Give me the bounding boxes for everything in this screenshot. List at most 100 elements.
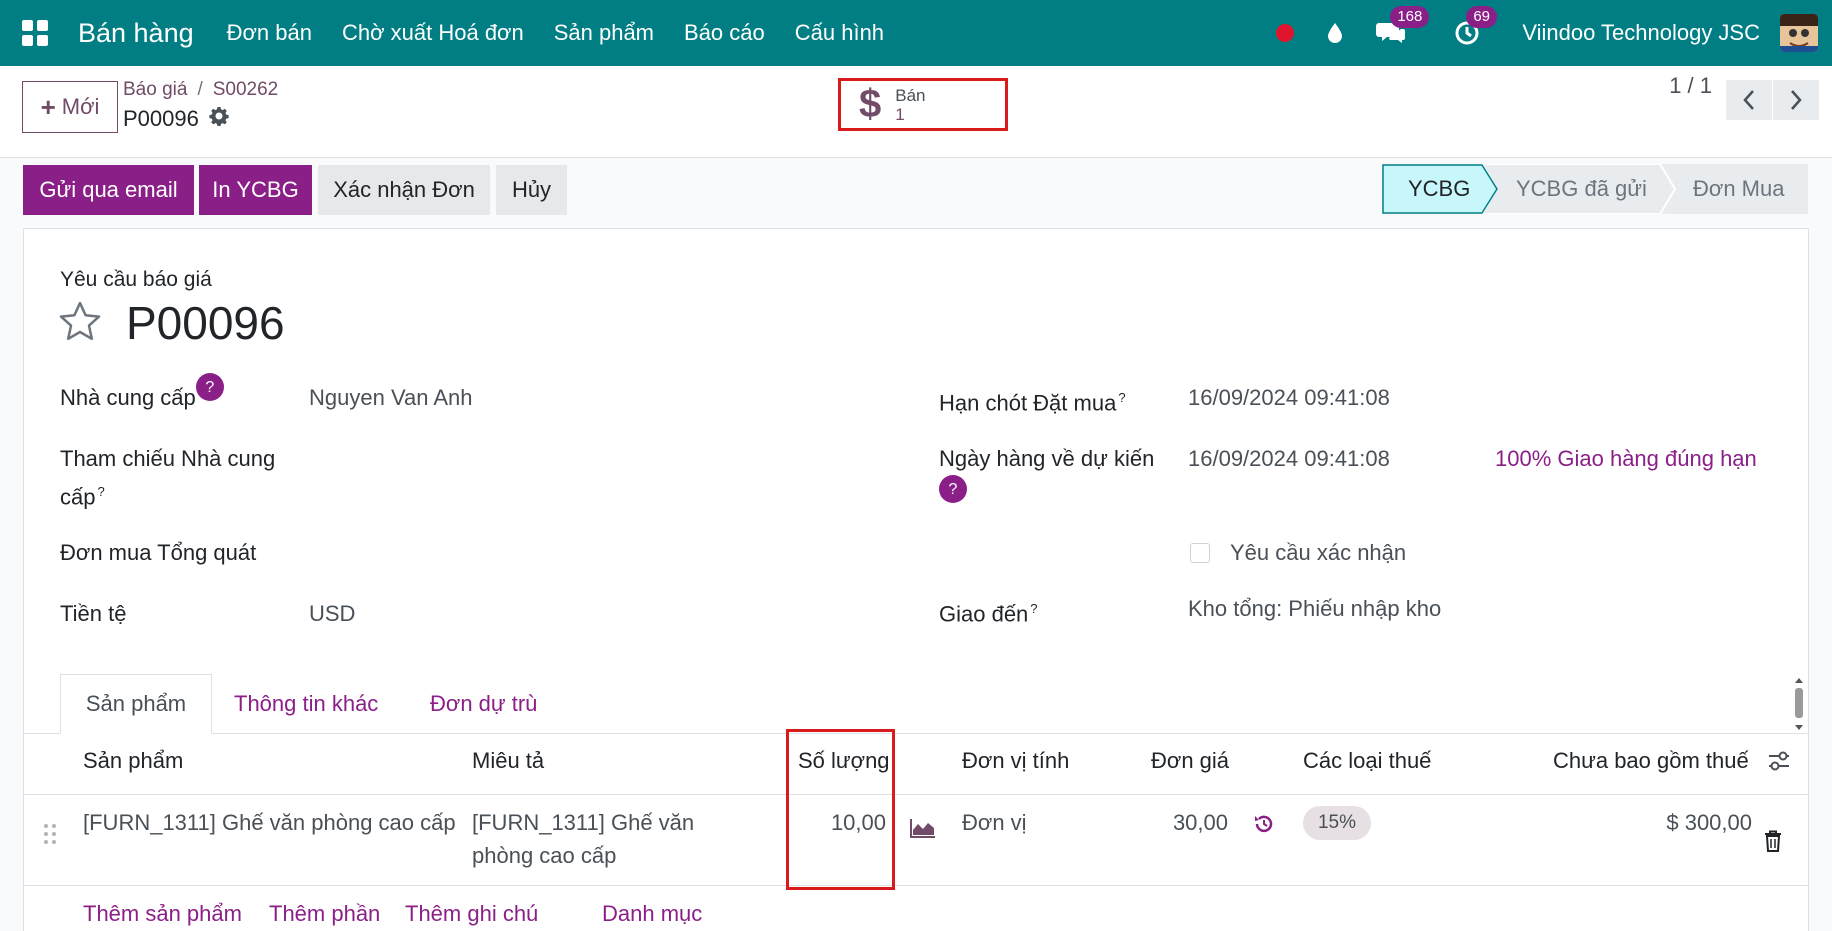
vendor-reference-label-line1: Tham chiếu Nhà cung bbox=[60, 446, 276, 471]
column-header-subtotal[interactable]: Chưa bao gồm thuế bbox=[1553, 748, 1749, 774]
messages-count-badge: 168 bbox=[1390, 6, 1430, 28]
tooltip-marker-icon[interactable]: ? bbox=[1118, 390, 1125, 405]
pager-next-button[interactable] bbox=[1773, 80, 1819, 120]
user-avatar[interactable] bbox=[1780, 14, 1818, 52]
forecast-chart-icon[interactable] bbox=[910, 814, 936, 847]
catalog-link[interactable]: Danh mục bbox=[602, 901, 702, 927]
add-note-link[interactable]: Thêm ghi chú bbox=[405, 901, 538, 927]
tab-other-info[interactable]: Thông tin khác bbox=[234, 674, 378, 734]
company-switcher[interactable]: Viindoo Technology JSC bbox=[1522, 20, 1760, 46]
help-icon[interactable]: ? bbox=[939, 475, 967, 503]
row-subtotal: $ 300,00 bbox=[1666, 810, 1752, 835]
column-header-description[interactable]: Miêu tả bbox=[472, 748, 544, 774]
app-menu-icon[interactable] bbox=[22, 20, 48, 46]
favorite-star-icon[interactable] bbox=[58, 300, 102, 348]
gear-icon[interactable] bbox=[209, 106, 229, 132]
row-description-line1: [FURN_1311] Ghế văn bbox=[472, 810, 695, 835]
smart-button-value: 1 bbox=[895, 104, 905, 124]
add-section-link[interactable]: Thêm phần bbox=[269, 901, 380, 927]
breadcrumb-quotations[interactable]: Báo giá bbox=[123, 79, 187, 100]
document-name: P00096 bbox=[126, 297, 285, 349]
expected-arrival-label-text: Ngày hàng về dự kiến bbox=[939, 446, 1155, 471]
on-time-delivery-link[interactable]: 100% Giao hàng đúng hạn bbox=[1495, 442, 1757, 475]
order-deadline-label: Hạn chót Đặt mua? bbox=[939, 381, 1126, 419]
form-statusbar: Gửi qua email In YCBG Xác nhận Đơn Hủy Y… bbox=[0, 158, 1832, 228]
smart-button-label: Bán bbox=[895, 85, 926, 105]
record-title: P00096 bbox=[123, 106, 229, 132]
row-unit-price[interactable]: 30,00 bbox=[1130, 806, 1228, 839]
stage-purchase-order[interactable]: Đơn Mua bbox=[1693, 164, 1784, 214]
column-header-taxes[interactable]: Các loại thuế bbox=[1303, 748, 1431, 774]
header-divider bbox=[23, 794, 1809, 795]
drag-handle-icon[interactable] bbox=[42, 822, 58, 855]
price-history-icon[interactable] bbox=[1253, 811, 1275, 844]
document-type-label: Yêu cầu báo giá bbox=[60, 268, 212, 291]
expected-arrival-field[interactable]: 16/09/2024 09:41:08 bbox=[1188, 442, 1390, 475]
record-dot-icon[interactable] bbox=[1276, 24, 1295, 42]
dollar-icon: $ bbox=[859, 82, 882, 126]
pager-value[interactable]: 1 / 1 bbox=[1669, 73, 1712, 99]
top-navbar: Bán hàng Đơn bán Chờ xuất Hoá đơn Sản ph… bbox=[0, 0, 1832, 66]
order-deadline-field[interactable]: 16/09/2024 09:41:08 bbox=[1188, 381, 1390, 414]
print-rfq-button[interactable]: In YCBG bbox=[199, 165, 312, 215]
blanket-order-field[interactable] bbox=[309, 536, 909, 569]
row-description-line2: phòng cao cấp bbox=[472, 843, 617, 868]
blanket-order-label: Đơn mua Tổng quát bbox=[60, 540, 257, 565]
new-button-label: Mới bbox=[61, 94, 100, 119]
deliver-to-field[interactable]: Kho tổng: Phiếu nhập kho bbox=[1188, 592, 1441, 625]
column-header-product[interactable]: Sản phẩm bbox=[83, 748, 183, 774]
row-tax-badge[interactable]: 15% bbox=[1303, 806, 1371, 840]
messages-icon[interactable]: 168 bbox=[1376, 6, 1430, 48]
column-header-uom[interactable]: Đơn vị tính bbox=[962, 748, 1069, 774]
vendor-reference-field[interactable] bbox=[309, 442, 909, 475]
menu-item-don-ban[interactable]: Đơn bán bbox=[227, 20, 312, 46]
row-uom[interactable]: Đơn vị bbox=[962, 806, 1027, 839]
scrollbar[interactable] bbox=[1793, 676, 1805, 732]
help-icon[interactable]: ? bbox=[195, 373, 224, 401]
ask-confirmation-label: Yêu cầu xác nhận bbox=[1230, 540, 1407, 565]
app-name[interactable]: Bán hàng bbox=[78, 18, 194, 49]
delete-row-icon[interactable] bbox=[1764, 828, 1782, 861]
order-deadline-label-text: Hạn chót Đặt mua bbox=[939, 390, 1117, 416]
send-by-email-button[interactable]: Gửi qua email bbox=[23, 165, 194, 215]
tab-products[interactable]: Sản phẩm bbox=[60, 674, 212, 734]
column-header-unit-price[interactable]: Đơn giá bbox=[1151, 748, 1229, 774]
main-menu: Đơn bán Chờ xuất Hoá đơn Sản phẩm Báo cá… bbox=[212, 20, 899, 46]
breadcrumb: Báo giá / S00262 bbox=[123, 79, 279, 100]
menu-item-cau-hinh[interactable]: Cấu hình bbox=[795, 20, 884, 46]
menu-item-bao-cao[interactable]: Báo cáo bbox=[684, 20, 765, 46]
vendor-field[interactable]: Nguyen Van Anh bbox=[309, 381, 473, 414]
currency-label: Tiền tệ bbox=[60, 601, 127, 626]
expected-arrival-label: Ngày hàng về dự kiến? bbox=[939, 442, 1154, 508]
activities-clock-icon[interactable]: 69 bbox=[1452, 6, 1497, 48]
stage-rfq-active[interactable]: YCBG bbox=[1408, 164, 1470, 214]
optional-columns-icon[interactable] bbox=[1767, 750, 1791, 778]
menu-item-san-pham[interactable]: Sản phẩm bbox=[554, 20, 654, 46]
ask-confirmation-checkbox[interactable] bbox=[1190, 543, 1210, 563]
pager-previous-button[interactable] bbox=[1726, 80, 1772, 120]
menu-item-cho-xuat-hoa-don[interactable]: Chờ xuất Hoá đơn bbox=[342, 20, 524, 46]
vendor-label: Nhà cung cấp? bbox=[60, 373, 224, 414]
sale-smart-button[interactable]: $ Bán 1 bbox=[838, 78, 1008, 131]
water-drop-icon[interactable] bbox=[1320, 18, 1350, 48]
stage-rfq-sent[interactable]: YCBG đã gửi bbox=[1516, 164, 1647, 214]
row-product[interactable]: [FURN_1311] Ghế văn phòng cao cấp bbox=[83, 806, 456, 839]
activities-count-badge: 69 bbox=[1466, 6, 1497, 28]
tab-requisitions[interactable]: Đơn dự trù bbox=[430, 674, 537, 734]
confirm-order-button[interactable]: Xác nhận Đơn bbox=[318, 165, 490, 215]
row-divider bbox=[23, 885, 1809, 886]
breadcrumb-sale-order[interactable]: S00262 bbox=[213, 79, 279, 100]
row-description[interactable]: [FURN_1311] Ghế văn phòng cao cấp bbox=[472, 806, 694, 872]
currency-field[interactable]: USD bbox=[309, 597, 355, 630]
cancel-button[interactable]: Hủy bbox=[496, 165, 567, 215]
notebook-tabs: Sản phẩm Thông tin khác Đơn dự trù bbox=[23, 674, 1809, 734]
deliver-to-label: Giao đến? bbox=[939, 592, 1038, 630]
tooltip-marker-icon[interactable]: ? bbox=[1030, 601, 1037, 616]
vendor-reference-label: Tham chiếu Nhà cung cấp? bbox=[60, 442, 275, 513]
quantity-highlight-box bbox=[786, 729, 895, 890]
add-product-link[interactable]: Thêm sản phẩm bbox=[83, 901, 242, 927]
vendor-reference-label-line2: cấp bbox=[60, 484, 96, 510]
new-record-button[interactable]: + Mới bbox=[22, 81, 118, 133]
record-name: P00096 bbox=[123, 106, 199, 131]
tooltip-marker-icon[interactable]: ? bbox=[97, 484, 104, 499]
